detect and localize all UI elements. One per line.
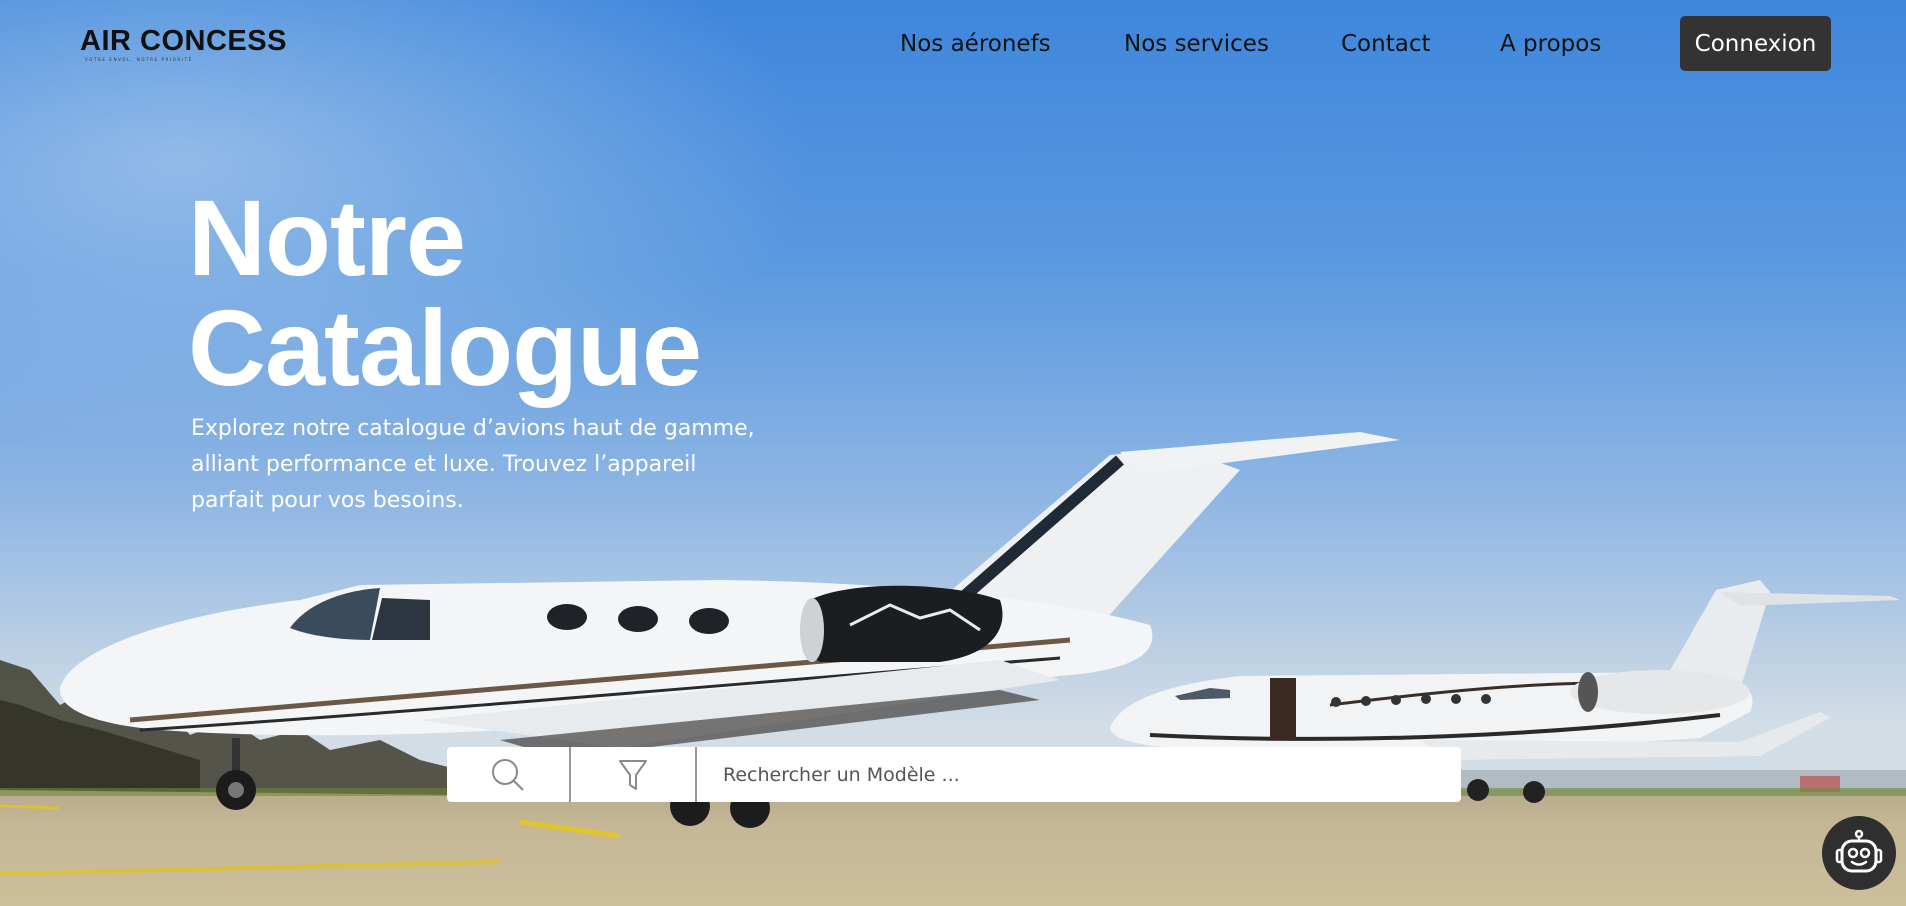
filter-button[interactable] — [571, 747, 697, 802]
search-icon — [492, 758, 524, 791]
page-title: Notre Catalogue — [188, 177, 702, 408]
chatbot-button[interactable] — [1822, 816, 1896, 890]
brand-tagline: VOTRE ENVOL, NOTRE PRIORITÉ — [85, 57, 193, 62]
filter-icon — [619, 759, 647, 790]
nav-contact[interactable]: Contact — [1341, 29, 1430, 59]
search-bar — [447, 747, 1461, 802]
brand-logo[interactable]: AIR CONCESS VOTRE ENVOL, NOTRE PRIORITÉ — [80, 26, 287, 62]
nav-services[interactable]: Nos services — [1124, 29, 1269, 59]
search-input[interactable] — [697, 747, 1461, 802]
brand-name: AIR CONCESS — [80, 25, 287, 57]
nav-aeronefs[interactable]: Nos aéronefs — [900, 29, 1051, 59]
search-button[interactable] — [447, 747, 571, 802]
hero-description: Explorez notre catalogue d’avions haut d… — [191, 416, 755, 513]
robot-icon — [1835, 829, 1883, 873]
nav-a-propos[interactable]: A propos — [1500, 29, 1601, 59]
login-button[interactable]: Connexion — [1680, 16, 1831, 71]
